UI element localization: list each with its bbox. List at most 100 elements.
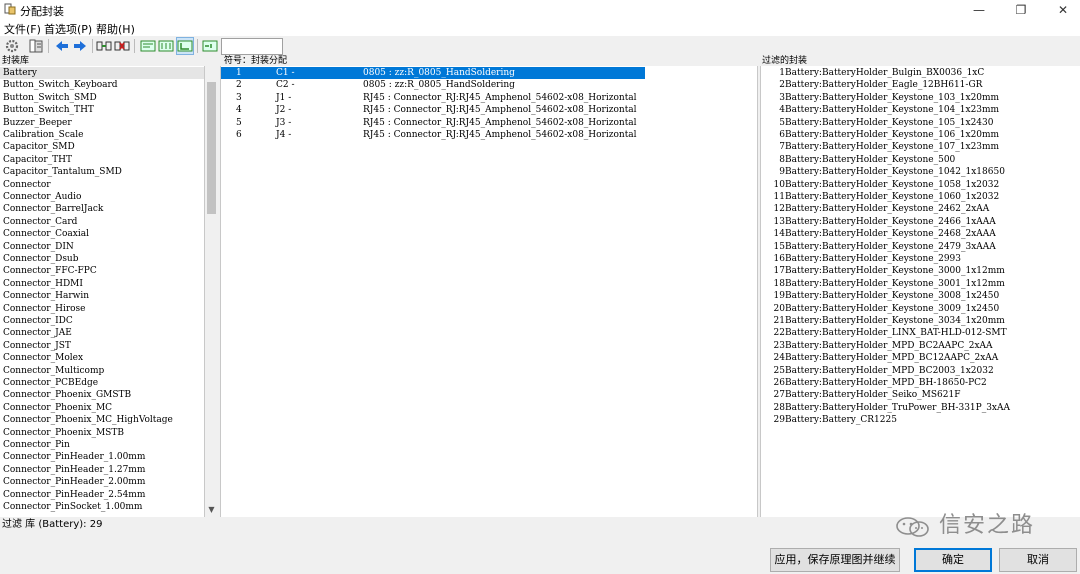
library-list-item[interactable]: Connector_Harwin [0,290,204,302]
library-list-item[interactable]: Connector_Audio [0,191,204,203]
arrow-left-icon[interactable] [54,38,70,54]
library-list-item[interactable]: Connector_PinHeader_2.54mm [0,489,204,501]
scrollbar-thumb[interactable] [207,82,216,214]
assignment-row[interactable]: 6 J4 - RJ45 : Connector_RJ:RJ45_Amphenol_5… [221,129,757,141]
library-list-item[interactable]: Battery [0,67,204,80]
filter-by-keywords-icon[interactable] [140,38,156,54]
close-button[interactable]: ✕ [1040,0,1080,20]
row-index: 17 [773,266,785,277]
menu-help[interactable]: 帮助(H) [96,21,135,37]
filtered-footprint-item[interactable]: 3 Battery:BatteryHolder_Keystone_103_1x20… [761,92,1080,104]
gear-icon[interactable] [4,38,20,54]
library-list-item[interactable]: Connector_PinHeader_2.00mm [0,476,204,488]
library-list-item[interactable]: Connector [0,179,204,191]
assignment-row[interactable]: 5 J3 - RJ45 : Connector_RJ:RJ45_Amphenol_5… [221,117,757,129]
filtered-footprint-list[interactable]: 1 Battery:BatteryHolder_Bulgin_BX0036_1xC… [760,66,1080,517]
filtered-footprint-item[interactable]: 8 Battery:BatteryHolder_Keystone_500 [761,154,1080,166]
library-list-item[interactable]: Connector_IDC [0,315,204,327]
assignment-row[interactable]: 4 J2 - RJ45 : Connector_RJ:RJ45_Amphenol_5… [221,104,757,116]
filtered-footprint-item[interactable]: 24 Battery:BatteryHolder_MPD_BC12AAPC_2xA… [761,352,1080,364]
filtered-footprint-item[interactable]: 11 Battery:BatteryHolder_Keystone_1060_1x… [761,191,1080,203]
filtered-footprint-item[interactable]: 9 Battery:BatteryHolder_Keystone_1042_1x1… [761,166,1080,178]
filtered-footprint-item[interactable]: 7 Battery:BatteryHolder_Keystone_107_1x23… [761,141,1080,153]
filtered-footprint-item[interactable]: 17 Battery:BatteryHolder_Keystone_3000_1x… [761,265,1080,277]
maximize-button[interactable]: ❐ [998,0,1044,20]
footprint-name: Battery:BatteryHolder_Keystone_3034_1x20… [785,316,1005,326]
library-list-item[interactable]: Capacitor_THT [0,154,204,166]
library-list-item[interactable]: Connector_BarrelJack [0,203,204,215]
filtered-footprint-item[interactable]: 16 Battery:BatteryHolder_Keystone_2993 [761,253,1080,265]
library-list-item[interactable]: Connector_HDMI [0,278,204,290]
filtered-footprint-item[interactable]: 28 Battery:BatteryHolder_TruPower_BH-331P… [761,402,1080,414]
filtered-footprint-item[interactable]: 25 Battery:BatteryHolder_MPD_BC2003_1x203… [761,365,1080,377]
library-list-item[interactable]: Connector_Phoenix_GMSTB [0,389,204,401]
filtered-footprint-item[interactable]: 20 Battery:BatteryHolder_Keystone_3009_1x… [761,303,1080,315]
filter-text-icon[interactable] [202,38,218,54]
assignment-row[interactable]: 2 C2 - 0805 : zz:R_0805_HandSoldering [221,79,757,91]
filtered-footprint-item[interactable]: 12 Battery:BatteryHolder_Keystone_2462_2x… [761,203,1080,215]
library-list-item[interactable]: Connector_Pin [0,439,204,451]
library-list-item[interactable]: Connector_PinHeader_1.00mm [0,451,204,463]
assignment-row[interactable]: 3 J1 - RJ45 : Connector_RJ:RJ45_Amphenol_5… [221,92,757,104]
filtered-footprint-item[interactable]: 26 Battery:BatteryHolder_MPD_BH-18650-PC2 [761,377,1080,389]
library-list-item[interactable]: Button_Switch_THT [0,104,204,116]
filtered-footprint-item[interactable]: 22 Battery:BatteryHolder_LINX_BAT-HLD-012… [761,327,1080,339]
library-list-item[interactable]: Capacitor_Tantalum_SMD [0,166,204,178]
library-list-item[interactable]: Connector_JST [0,340,204,352]
delete-association-icon[interactable] [114,38,130,54]
library-list-item[interactable]: Button_Switch_SMD [0,92,204,104]
library-list-item[interactable]: Calibration_Scale [0,129,204,141]
assignment-list[interactable]: 1 C1 - 0805 : zz:R_0805_HandSoldering 2 C2 -… [220,66,758,517]
filtered-footprint-item[interactable]: 5 Battery:BatteryHolder_Keystone_105_1x24… [761,117,1080,129]
library-list[interactable]: Battery Button_Switch_Keyboard Button_Swit… [0,66,205,517]
library-list-item[interactable]: Connector_Multicomp [0,365,204,377]
filtered-footprint-item[interactable]: 27 Battery:BatteryHolder_Seiko_MS621F [761,389,1080,401]
library-list-item[interactable]: Connector_PinHeader_1.27mm [0,464,204,476]
library-list-item[interactable]: Capacitor_SMD [0,141,204,153]
filtered-footprint-item[interactable]: 10 Battery:BatteryHolder_Keystone_1058_1x… [761,179,1080,191]
library-icon[interactable] [28,38,44,54]
filter-by-pin-count-icon[interactable] [158,38,174,54]
menu-file[interactable]: 文件(F) [4,21,41,37]
filtered-footprint-item[interactable]: 1 Battery:BatteryHolder_Bulgin_BX0036_1xC [761,67,1080,79]
library-list-item[interactable]: Button_Switch_Keyboard [0,79,204,91]
library-list-item[interactable]: Connector_DIN [0,241,204,253]
filter-by-library-icon[interactable] [176,37,194,55]
library-list-item[interactable]: Connector_PinSocket_1.00mm [0,501,204,513]
minimize-button[interactable]: — [956,0,1002,20]
assignment-row[interactable]: 1 C1 - 0805 : zz:R_0805_HandSoldering [221,67,645,80]
filtered-footprint-item[interactable]: 13 Battery:BatteryHolder_Keystone_2466_1x… [761,216,1080,228]
library-list-item[interactable]: Connector_Dsub [0,253,204,265]
apply-save-continue-button[interactable]: 应用，保存原理图并继续 [770,548,900,572]
library-list-item[interactable]: Connector_Coaxial [0,228,204,240]
filtered-footprint-item[interactable]: 2 Battery:BatteryHolder_Eagle_12BH611-GR [761,79,1080,91]
filter-text-input[interactable] [221,38,283,55]
chevron-down-icon[interactable]: ▼ [206,504,217,515]
filtered-footprint-item[interactable]: 15 Battery:BatteryHolder_Keystone_2479_3x… [761,241,1080,253]
library-list-item[interactable]: Connector_PCBEdge [0,377,204,389]
filtered-footprint-item[interactable]: 23 Battery:BatteryHolder_MPD_BC2AAPC_2xAA [761,340,1080,352]
arrow-right-icon[interactable] [72,38,88,54]
filtered-footprint-item[interactable]: 21 Battery:BatteryHolder_Keystone_3034_1x… [761,315,1080,327]
library-list-item[interactable]: Connector_Hirose [0,303,204,315]
filtered-footprint-item[interactable]: 29 Battery:Battery_CR1225 [761,414,1080,426]
filtered-footprint-item[interactable]: 14 Battery:BatteryHolder_Keystone_2468_2x… [761,228,1080,240]
library-list-item[interactable]: Connector_JAE [0,327,204,339]
library-list-item[interactable]: Buzzer_Beeper [0,117,204,129]
ok-button[interactable]: 确定 [914,548,992,572]
menu-preferences[interactable]: 首选项(P) [44,21,92,37]
library-list-item[interactable]: Connector_Phoenix_MC_HighVoltage [0,414,204,426]
filtered-footprint-item[interactable]: 6 Battery:BatteryHolder_Keystone_106_1x20… [761,129,1080,141]
library-list-item[interactable]: Connector_FFC-FPC [0,265,204,277]
filtered-footprint-item[interactable]: 4 Battery:BatteryHolder_Keystone_104_1x23… [761,104,1080,116]
library-list-item[interactable]: Connector_Phoenix_MSTB [0,427,204,439]
filtered-footprint-item[interactable]: 19 Battery:BatteryHolder_Keystone_3008_1x… [761,290,1080,302]
library-scrollbar[interactable]: ▼ [205,66,218,517]
cancel-button[interactable]: 取消 [999,548,1077,572]
filtered-footprint-item[interactable]: 18 Battery:BatteryHolder_Keystone_3001_1x… [761,278,1080,290]
footprint-name: Battery:BatteryHolder_Keystone_105_1x243… [785,117,994,128]
library-list-item[interactable]: Connector_Molex [0,352,204,364]
associate-icon[interactable] [96,38,112,54]
library-list-item[interactable]: Connector_Phoenix_MC [0,402,204,414]
library-list-item[interactable]: Connector_Card [0,216,204,228]
